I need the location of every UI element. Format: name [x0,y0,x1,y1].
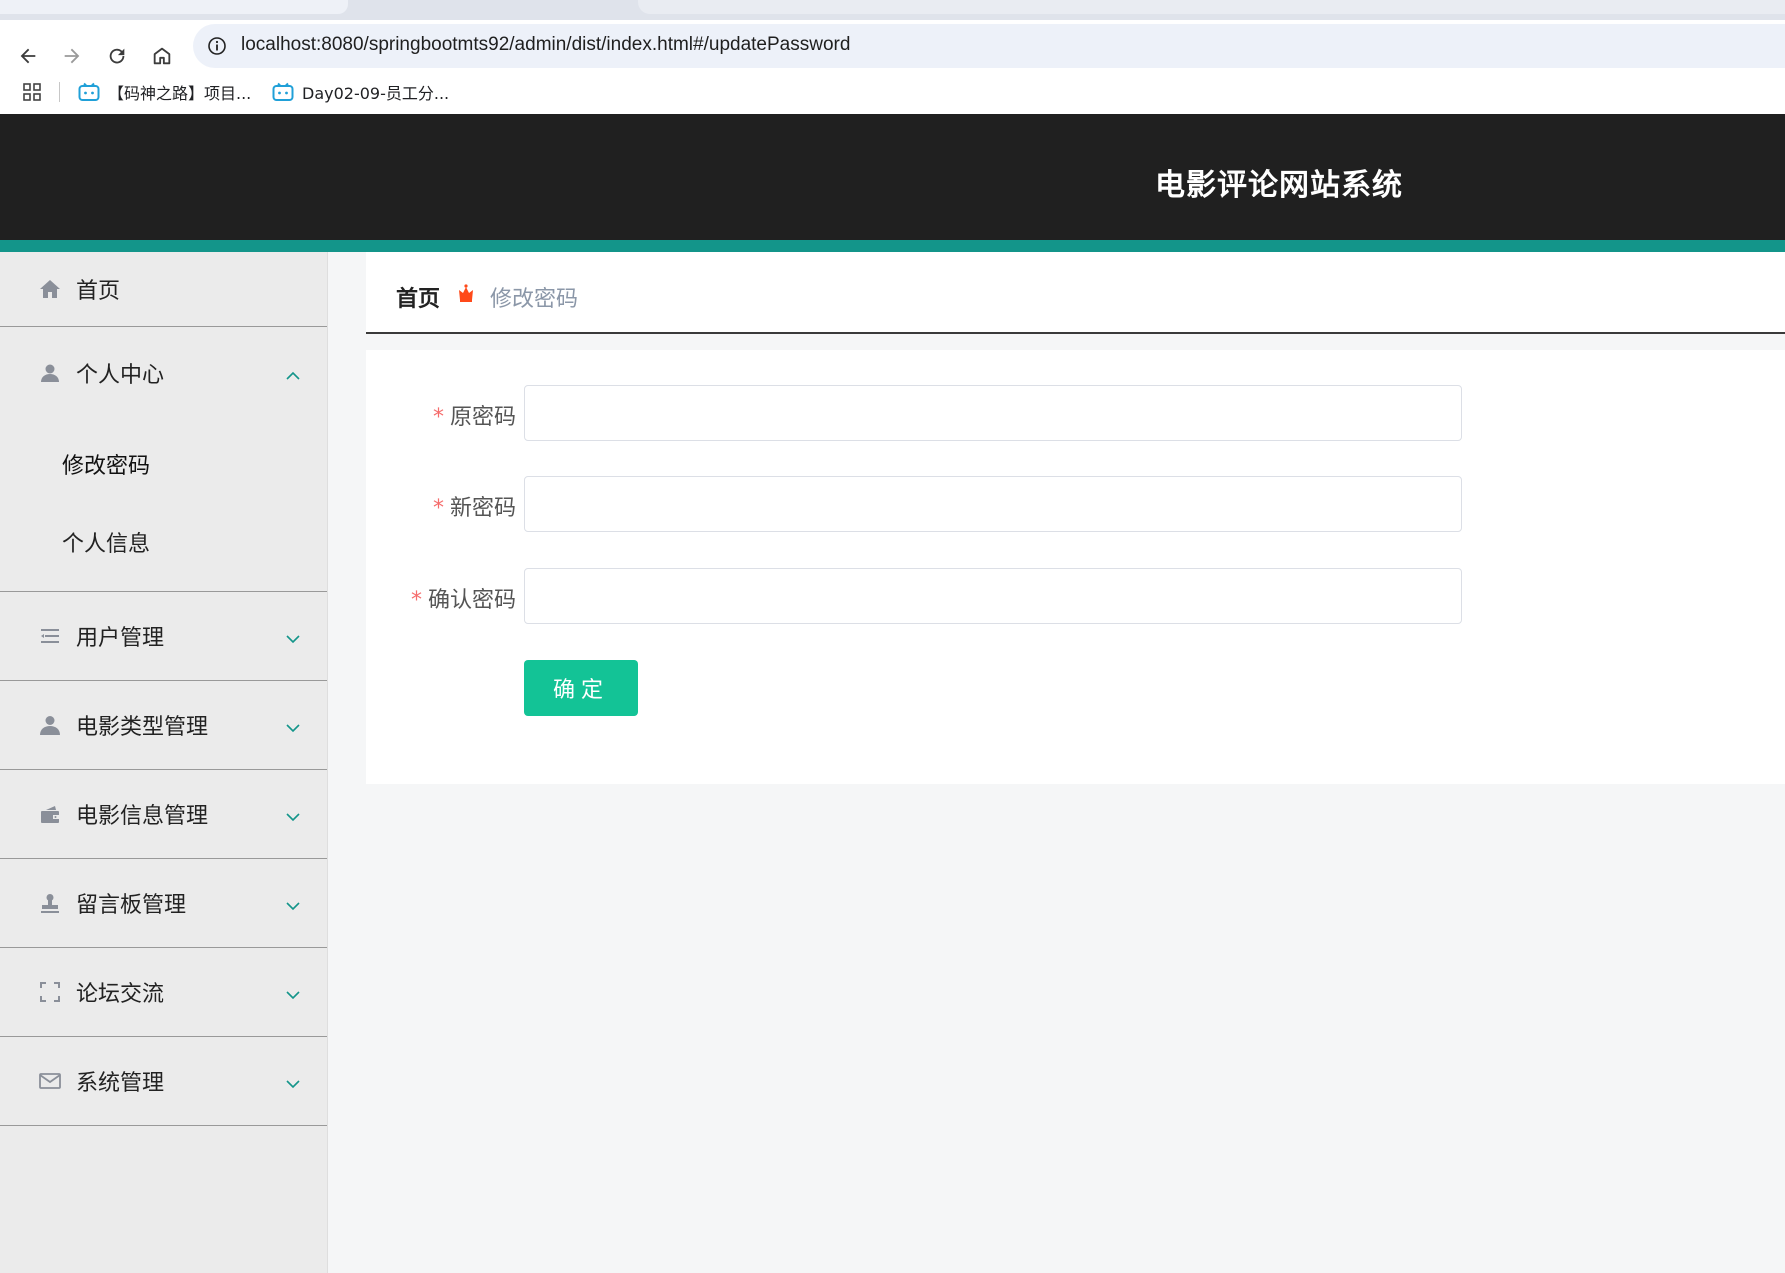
browser-tab[interactable] [638,0,1785,14]
bookmarks-bar: 【码神之路】项目... Day02-09-员工分... [0,70,1785,114]
sidebar-item-message-board-management[interactable]: 留言板管理 [0,859,327,948]
form-row-old-password: * 原密码 [366,385,1466,441]
back-icon[interactable] [14,42,42,70]
list-icon [37,623,63,649]
new-password-label: * 新密码 [432,496,516,521]
forward-icon[interactable] [58,42,86,70]
bookmark-item[interactable]: 【码神之路】项目... [78,78,251,106]
sidebar-item-label: 论坛交流 [76,982,165,1007]
old-password-label: * 原密码 [432,405,516,430]
person-icon [37,712,63,738]
sidebar-item-label: 留言板管理 [76,893,187,918]
breadcrumb-current: 修改密码 [490,287,579,312]
required-mark: * [410,588,422,613]
sidebar-item-system-management[interactable]: 系统管理 [0,1037,327,1126]
required-mark: * [432,496,444,521]
breadcrumb: 首页 修改密码 [366,252,1785,334]
app-title: 电影评论网站系统 [1155,168,1403,203]
chevron-down-icon[interactable] [285,808,301,822]
confirm-password-label: * 确认密码 [410,588,516,613]
bilibili-icon [272,82,294,101]
change-password-form: * 原密码 * 新密码 * 确认密码 确定 [366,350,1785,784]
form-row-new-password: * 新密码 [366,476,1466,532]
sidebar-item-label: 系统管理 [76,1071,165,1096]
chevron-down-icon[interactable] [285,986,301,1000]
confirm-button[interactable]: 确定 [524,660,638,716]
address-bar[interactable]: localhost:8080/springbootmts92/admin/dis… [193,24,1785,68]
reload-icon[interactable] [103,42,131,70]
sidebar: 首页 个人中心 修改密码 个人信息 用户管理 电影类型管理 电影信息管理 留言板… [0,252,328,1273]
apps-grid-icon[interactable] [22,82,42,102]
sidebar-item-personal-center[interactable]: 个人中心 [0,327,327,419]
browser-tabstrip [0,0,1785,20]
confirm-password-input[interactable] [524,568,1462,624]
app-header: 电影评论网站系统 [0,114,1785,240]
new-password-input[interactable] [524,476,1462,532]
chevron-down-icon[interactable] [285,630,301,644]
browser-tab[interactable] [0,0,348,14]
chevron-down-icon[interactable] [285,719,301,733]
chevron-down-icon[interactable] [285,1075,301,1089]
bookmark-label: Day02-09-员工分... [302,84,450,103]
bookmark-item[interactable]: Day02-09-员工分... [272,78,449,106]
submenu-personal-center: 修改密码 个人信息 [0,419,327,592]
sidebar-subitem-change-password[interactable]: 修改密码 [0,425,327,503]
sidebar-item-forum[interactable]: 论坛交流 [0,948,327,1037]
sidebar-item-user-management[interactable]: 用户管理 [0,592,327,681]
mail-icon [37,1068,63,1094]
sidebar-item-label: 首页 [76,279,121,304]
url-text[interactable]: localhost:8080/springbootmts92/admin/dis… [241,34,850,56]
user-icon [37,360,63,386]
old-password-input[interactable] [524,385,1462,441]
sidebar-item-movie-type-management[interactable]: 电影类型管理 [0,681,327,770]
home-icon [37,276,63,302]
sidebar-item-label: 用户管理 [76,626,165,651]
site-info-icon[interactable] [207,36,227,56]
bookmark-label: 【码神之路】项目... [108,84,252,103]
fullscreen-icon [37,979,63,1005]
sidebar-item-home[interactable]: 首页 [0,252,327,327]
form-row-confirm-password: * 确认密码 [366,568,1466,624]
sidebar-item-movie-info-management[interactable]: 电影信息管理 [0,770,327,859]
bilibili-icon [78,82,100,101]
sidebar-item-label: 电影类型管理 [76,715,209,740]
sidebar-item-label: 电影信息管理 [76,804,209,829]
chevron-down-icon[interactable] [285,897,301,911]
home-page-icon[interactable] [148,42,176,70]
stamp-icon [37,890,63,916]
sidebar-item-label: 个人中心 [76,363,165,388]
required-mark: * [432,405,444,430]
bookmarks-divider [59,82,60,102]
wallet-icon [37,801,63,827]
crown-separator-icon [456,282,476,304]
header-accent-bar [0,240,1785,252]
sidebar-subitem-profile[interactable]: 个人信息 [0,503,327,581]
chevron-up-icon[interactable] [285,367,301,380]
breadcrumb-home[interactable]: 首页 [396,281,440,313]
